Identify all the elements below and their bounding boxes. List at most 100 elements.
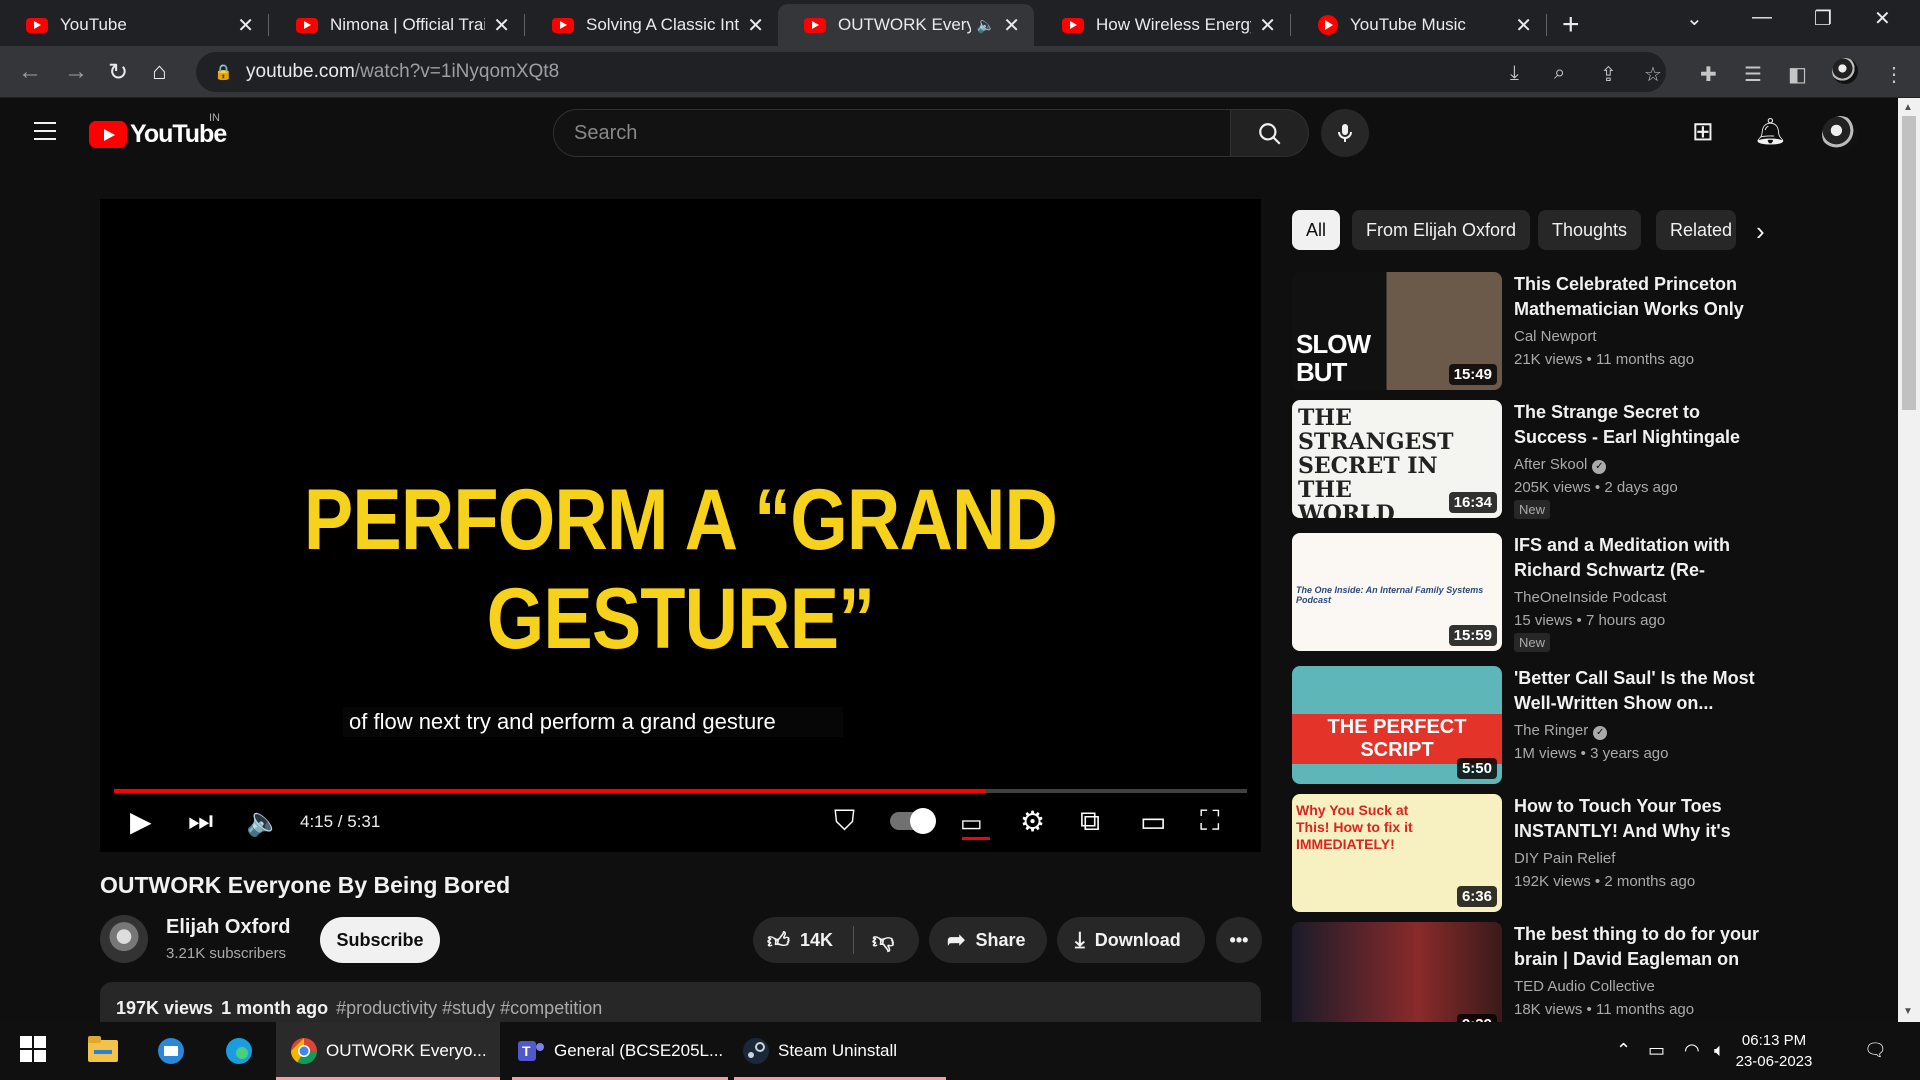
recommendation-channel[interactable]: After Skool ✓ (1514, 456, 1607, 474)
recommendation-title[interactable]: This Celebrated Princeton Mathematician … (1514, 272, 1764, 322)
chip-all[interactable]: All (1292, 210, 1341, 250)
recommendation-title[interactable]: The best thing to do for your brain | Da… (1514, 922, 1762, 972)
video-thumbnail[interactable]: Why You Suck at This! How to fix it IMME… (1292, 794, 1502, 912)
taskbar-app-chrome[interactable]: OUTWORK Everyo... (276, 1022, 500, 1080)
description-box[interactable]: 197K views 1 month ago #productivity #stud… (100, 982, 1261, 1022)
theater-mode-icon[interactable]: ▭ (1140, 805, 1166, 838)
video-thumbnail[interactable]: THE PERFECT SCRIPT 5:50 (1292, 666, 1502, 784)
subtitles-icon[interactable]: ▭ (960, 809, 983, 838)
close-icon[interactable]: ✕ (1259, 13, 1276, 38)
taskbar-app-steam[interactable]: Steam Uninstall (734, 1022, 946, 1080)
recommendation-channel[interactable]: Cal Newport (1514, 328, 1597, 345)
system-clock[interactable]: 06:13 PM 23-06-2023 (1734, 1030, 1814, 1072)
create-video-icon[interactable]: ⊞ (1692, 116, 1714, 147)
outlook-icon[interactable] (156, 1036, 186, 1066)
search-button[interactable] (1231, 109, 1309, 157)
notification-center-icon[interactable]: 🗨︎ (1864, 1040, 1887, 1061)
fullscreen-icon[interactable]: ⛶ (1200, 805, 1220, 838)
share-page-icon[interactable]: ⇪ (1600, 62, 1617, 87)
battery-icon[interactable]: ▭ (1648, 1040, 1665, 1061)
notifications-bell-icon[interactable]: 🔔︎ (1754, 116, 1787, 147)
volume-tray-icon[interactable]: 🔈︎ (1714, 1040, 1725, 1061)
recommendation-title[interactable]: How to Touch Your Toes INSTANTLY! And Wh… (1514, 794, 1764, 844)
new-tab-button[interactable]: + (1562, 8, 1580, 42)
close-icon[interactable]: ✕ (1003, 13, 1020, 38)
youtube-logo[interactable]: YouTube IN (89, 112, 227, 149)
tab-wireless[interactable]: How Wireless Energy Fa ✕ (1036, 4, 1290, 46)
window-close-icon[interactable]: ✕ (1874, 6, 1891, 31)
dislike-button[interactable]: 👎︎ (854, 927, 904, 954)
edge-icon[interactable] (224, 1036, 254, 1066)
chip-from-channel[interactable]: From Elijah Oxford (1352, 210, 1531, 250)
recommendation-channel[interactable]: TheOneInside Podcast (1514, 589, 1667, 606)
close-icon[interactable]: ✕ (1515, 13, 1532, 38)
chevron-right-icon[interactable]: › (1756, 216, 1765, 247)
volume-icon[interactable]: 🔈 (246, 805, 281, 838)
hashtags[interactable]: #productivity #study #competition (336, 998, 602, 1018)
taskbar-app-teams[interactable]: T General (BCSE205L... (512, 1022, 728, 1080)
close-icon[interactable]: ✕ (747, 13, 764, 38)
close-icon[interactable]: ✕ (237, 13, 254, 38)
media-queue-icon[interactable]: ☰ (1744, 62, 1762, 87)
recommendation-channel[interactable]: DIY Pain Relief (1514, 850, 1615, 867)
chrome-menu-icon[interactable]: ⋮ (1884, 62, 1904, 87)
recommendation-title[interactable]: The Strange Secret to Success - Earl Nig… (1514, 400, 1764, 450)
recommendation-item[interactable]: 9:39 The best thing to do for your brain… (1292, 922, 1762, 1022)
windows-start-icon[interactable] (20, 1036, 50, 1066)
recommendation-item[interactable]: THE STRANGEST SECRET IN THE WORLD 16:34 … (1292, 400, 1764, 519)
recommendation-title[interactable]: IFS and a Meditation with Richard Schwar… (1514, 533, 1764, 583)
video-player[interactable]: PERFORM A “GRAND GESTURE” of flow next t… (100, 199, 1261, 852)
tab-youtube[interactable]: YouTube ✕ (0, 4, 268, 46)
recommendation-item[interactable]: SLOW BUT STEADY 15:49 This Celebrated Pr… (1292, 272, 1762, 390)
address-bar[interactable]: 🔒 youtube.com/watch?v=1iNyqomXQt8 (196, 52, 1666, 92)
menu-icon[interactable] (34, 122, 56, 140)
channel-avatar[interactable] (100, 915, 148, 963)
scroll-up-arrow-icon[interactable]: ▲ (1903, 102, 1913, 113)
recommendation-item[interactable]: THE PERFECT SCRIPT 5:50 'Better Call Sau… (1292, 666, 1762, 784)
recommendation-item[interactable]: Why You Suck at This! How to fix it IMME… (1292, 794, 1762, 912)
share-button[interactable]: ➦ Share (929, 917, 1047, 963)
scroll-down-arrow-icon[interactable]: ▼ (1903, 1006, 1913, 1017)
lock-icon[interactable]: 🔒 (214, 63, 233, 81)
shield-extension-icon[interactable]: ⛉ (834, 805, 855, 838)
wifi-icon[interactable]: ◠ (1684, 1040, 1700, 1061)
file-explorer-icon[interactable] (88, 1036, 118, 1066)
search-input[interactable]: Search (553, 109, 1231, 157)
video-thumbnail[interactable]: The One Inside: An Internal Family Syste… (1292, 533, 1502, 651)
download-button[interactable]: ⤓ Download (1057, 917, 1205, 963)
subscribe-button[interactable]: Subscribe (320, 917, 440, 963)
close-icon[interactable]: ✕ (493, 13, 510, 38)
reload-icon[interactable]: ↻ (108, 58, 128, 87)
zoom-icon[interactable]: ⌕ (1554, 62, 1565, 85)
profile-avatar-icon[interactable] (1832, 58, 1858, 84)
speaker-icon[interactable]: 🔈 (977, 16, 996, 34)
extensions-icon[interactable]: ✚ (1700, 62, 1717, 87)
autoplay-toggle[interactable] (890, 808, 936, 834)
video-thumbnail[interactable]: THE STRANGEST SECRET IN THE WORLD 16:34 (1292, 400, 1502, 518)
recommendation-title[interactable]: 'Better Call Saul' Is the Most Well-Writ… (1514, 666, 1764, 716)
video-thumbnail[interactable]: SLOW BUT STEADY 15:49 (1292, 272, 1502, 390)
forward-arrow-icon[interactable]: → (64, 58, 88, 86)
play-button[interactable]: ▶ (130, 805, 152, 838)
install-icon[interactable]: ⤓ (1510, 62, 1519, 85)
scrollbar-thumb[interactable] (1902, 116, 1916, 410)
minimize-icon[interactable]: — (1752, 6, 1772, 29)
show-hidden-icons-chevron-icon[interactable]: ⌃ (1616, 1040, 1631, 1061)
tab-nimona[interactable]: Nimona | Official Trailer ✕ (270, 4, 524, 46)
miniplayer-icon[interactable]: ⧉ (1080, 805, 1100, 838)
side-panel-icon[interactable]: ◧ (1788, 62, 1807, 87)
account-avatar[interactable] (1822, 116, 1858, 152)
progress-bar[interactable] (114, 789, 1247, 793)
recommendation-channel[interactable]: The Ringer ✓ (1514, 722, 1608, 740)
chip-thoughts[interactable]: Thoughts (1538, 210, 1642, 250)
bookmark-star-icon[interactable]: ☆ (1644, 62, 1662, 87)
recommendation-item[interactable]: The One Inside: An Internal Family Syste… (1292, 533, 1764, 652)
restore-icon[interactable]: ❐ (1814, 6, 1832, 31)
tab-search-chevron-icon[interactable]: ⌄ (1686, 6, 1703, 31)
channel-name[interactable]: Elijah Oxford (166, 916, 290, 939)
tab-outwork[interactable]: OUTWORK Everyone 🔈 ✕ (778, 4, 1034, 46)
tab-solving[interactable]: Solving A Classic Interview ✕ (526, 4, 778, 46)
video-thumbnail[interactable]: 9:39 (1292, 922, 1502, 1022)
back-arrow-icon[interactable]: ← (18, 58, 42, 86)
tab-youtube-music[interactable]: YouTube Music ✕ (1292, 4, 1546, 46)
